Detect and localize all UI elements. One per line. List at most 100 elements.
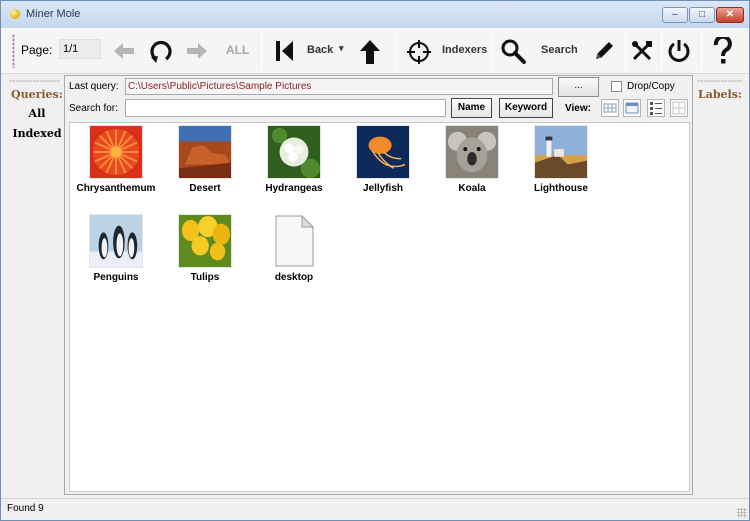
file-name: Hydrangeas bbox=[265, 183, 323, 194]
main-panel: Last query: C:\Users\Public\Pictures\Sam… bbox=[64, 75, 693, 495]
keyword-search-button[interactable]: Keyword bbox=[499, 98, 553, 118]
browse-button[interactable]: ... bbox=[558, 77, 599, 97]
jellyfish-thumbnail bbox=[356, 125, 410, 179]
arrow-right-icon bbox=[187, 43, 207, 59]
lighthouse-thumbnail bbox=[534, 125, 588, 179]
last-query-field[interactable]: C:\Users\Public\Pictures\Sample Pictures bbox=[125, 78, 553, 95]
tulips-thumbnail bbox=[178, 214, 232, 268]
indexers-icon-button[interactable] bbox=[405, 38, 433, 66]
file-item-desktop[interactable]: desktop bbox=[250, 214, 338, 283]
hydrangeas-thumbnail bbox=[267, 125, 321, 179]
view-list-button[interactable] bbox=[647, 99, 665, 117]
panel-grip bbox=[9, 80, 59, 82]
up-button[interactable] bbox=[357, 38, 383, 66]
refresh-button[interactable] bbox=[146, 36, 176, 66]
toolbar: Page: 1/1 ALL Back ▾ Indexers Search bbox=[1, 28, 749, 74]
toolbar-separator bbox=[661, 32, 662, 70]
file-name: Penguins bbox=[93, 272, 139, 283]
file-item-koala[interactable]: Koala bbox=[428, 125, 516, 194]
search-icon bbox=[501, 39, 526, 64]
window-title: Miner Mole bbox=[26, 8, 81, 20]
pencil-icon bbox=[596, 42, 613, 59]
penguins-thumbnail bbox=[89, 214, 143, 268]
toolbar-separator bbox=[395, 32, 396, 70]
queries-heading: Queries: bbox=[11, 88, 63, 101]
list-view-icon bbox=[650, 102, 662, 115]
close-button[interactable]: ✕ bbox=[716, 7, 744, 23]
search-for-label: Search for: bbox=[69, 103, 118, 114]
queries-panel: Queries: All Indexed bbox=[5, 75, 63, 495]
edit-button[interactable] bbox=[591, 38, 617, 64]
minimize-button[interactable]: ‒ bbox=[662, 7, 688, 23]
app-window: Miner Mole ‒ □ ✕ Page: 1/1 ALL Back ▾ In… bbox=[0, 0, 750, 521]
file-item-desert[interactable]: Desert bbox=[161, 125, 249, 194]
name-search-button[interactable]: Name bbox=[451, 98, 492, 118]
title-bar: Miner Mole ‒ □ ✕ bbox=[1, 1, 749, 28]
resize-grip[interactable] bbox=[737, 508, 747, 518]
help-button[interactable] bbox=[709, 36, 737, 66]
help-icon bbox=[713, 37, 732, 64]
last-query-label: Last query: bbox=[69, 81, 119, 92]
next-page-button[interactable] bbox=[184, 39, 210, 63]
large-icons-view-icon bbox=[625, 102, 639, 114]
refresh-icon bbox=[150, 40, 172, 63]
query-item-all[interactable]: All bbox=[9, 107, 65, 120]
arrow-left-icon bbox=[114, 43, 134, 59]
skip-back-button[interactable] bbox=[271, 38, 297, 64]
arrow-up-icon bbox=[360, 40, 380, 64]
file-item-lighthouse[interactable]: Lighthouse bbox=[517, 125, 605, 194]
view-large-icons-button[interactable] bbox=[623, 99, 641, 117]
desert-thumbnail bbox=[178, 125, 232, 179]
page-number-field[interactable]: 1/1 bbox=[59, 39, 101, 59]
drop-copy-label[interactable]: Drop/Copy bbox=[627, 81, 675, 92]
toolbar-separator bbox=[701, 32, 702, 70]
status-bar: Found 9 bbox=[1, 498, 749, 520]
page-label: Page: bbox=[21, 43, 53, 57]
back-button[interactable]: Back bbox=[307, 44, 333, 56]
toolbar-separator bbox=[261, 32, 262, 70]
indexers-button[interactable]: Indexers bbox=[442, 44, 487, 56]
search-button[interactable]: Search bbox=[541, 44, 578, 56]
file-item-penguins[interactable]: Penguins bbox=[72, 214, 160, 283]
small-icons-view-icon bbox=[603, 103, 617, 113]
previous-page-button[interactable] bbox=[111, 39, 137, 63]
file-item-chrysanthemum[interactable]: Chrysanthemum bbox=[72, 125, 160, 194]
view-small-icons-button[interactable] bbox=[601, 99, 619, 117]
skip-back-icon bbox=[276, 41, 293, 61]
power-icon bbox=[668, 40, 690, 62]
search-input[interactable] bbox=[125, 99, 446, 117]
chrysanthemum-thumbnail bbox=[89, 125, 143, 179]
app-icon bbox=[10, 9, 20, 19]
file-name: Tulips bbox=[190, 272, 220, 283]
maximize-button[interactable]: □ bbox=[689, 7, 715, 23]
labels-panel: Labels: bbox=[693, 75, 747, 495]
file-item-hydrangeas[interactable]: Hydrangeas bbox=[250, 125, 338, 194]
view-details-button[interactable] bbox=[670, 99, 688, 117]
file-item-tulips[interactable]: Tulips bbox=[161, 214, 249, 283]
drop-copy-checkbox[interactable] bbox=[611, 81, 622, 92]
koala-thumbnail bbox=[445, 125, 499, 179]
toolbar-separator bbox=[625, 32, 626, 70]
file-name: Desert bbox=[189, 183, 221, 194]
panel-grip bbox=[697, 80, 743, 82]
toolbar-grip[interactable] bbox=[12, 34, 15, 68]
file-item-jellyfish[interactable]: Jellyfish bbox=[339, 125, 427, 194]
tools-icon bbox=[632, 41, 652, 61]
power-button[interactable] bbox=[665, 37, 693, 65]
file-name: Chrysanthemum bbox=[76, 183, 156, 194]
status-text: Found 9 bbox=[7, 503, 44, 514]
labels-heading: Labels: bbox=[698, 88, 742, 101]
settings-button[interactable] bbox=[629, 38, 655, 64]
blank-file-icon bbox=[275, 214, 315, 267]
all-button[interactable]: ALL bbox=[226, 43, 249, 57]
file-name: Lighthouse bbox=[534, 183, 588, 194]
file-name: Jellyfish bbox=[362, 183, 404, 194]
file-name: Koala bbox=[458, 183, 486, 194]
results-panel: Chrysanthemum Desert Hydrangeas Jellyfis… bbox=[69, 122, 690, 492]
query-item-indexed[interactable]: Indexed bbox=[9, 127, 65, 140]
details-view-icon bbox=[672, 101, 686, 115]
search-icon-button[interactable] bbox=[499, 37, 527, 65]
view-label: View: bbox=[565, 103, 591, 114]
back-dropdown-arrow[interactable]: ▾ bbox=[339, 43, 344, 54]
file-name: desktop bbox=[274, 272, 314, 283]
